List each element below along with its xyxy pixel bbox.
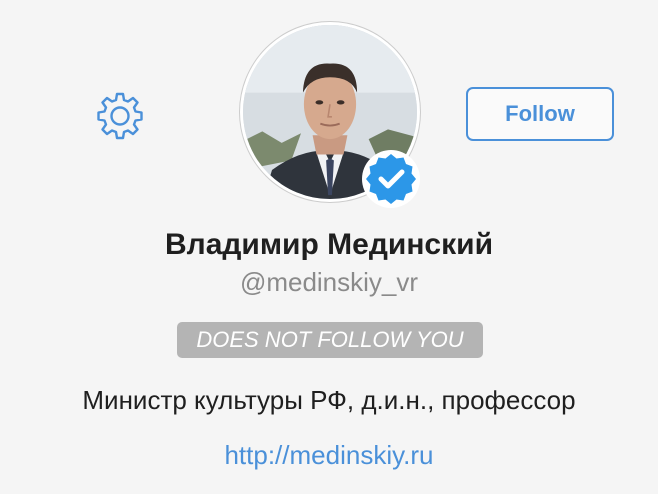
gear-icon[interactable] xyxy=(95,91,145,141)
profile-bio: Министр культуры РФ, д.и.н., профессор xyxy=(82,385,576,415)
verified-badge-icon xyxy=(360,148,422,210)
follow-button[interactable]: Follow xyxy=(466,87,614,141)
profile-name: Владимир Мединский xyxy=(164,228,494,261)
avatar-container xyxy=(240,22,420,208)
profile-link[interactable]: http://medinskiy.ru xyxy=(0,440,658,471)
profile-handle: @medinskiy_vr xyxy=(239,267,419,297)
follow-status-badge: DOES NOT FOLLOW YOU xyxy=(177,322,483,358)
